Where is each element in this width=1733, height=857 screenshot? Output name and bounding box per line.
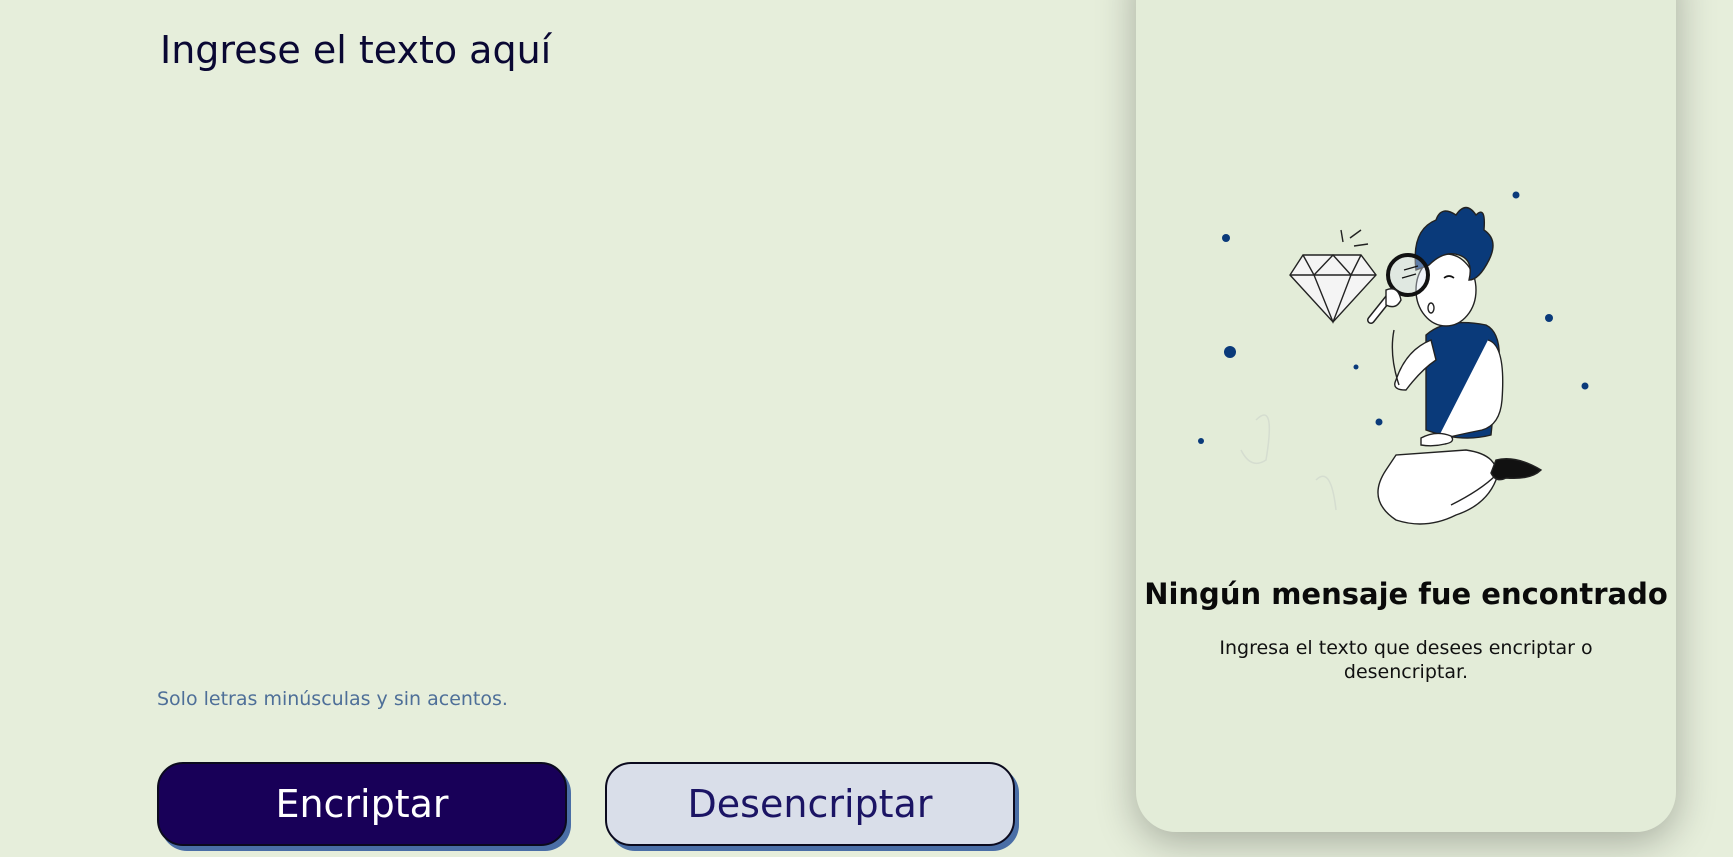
result-description: Ingresa el texto que desees encriptar o … [1219,637,1593,683]
hint: Solo letras minúsculas y sin acentos. [157,688,508,710]
person-magnifying-glass-illustration [1198,191,1589,525]
decrypt-button[interactable]: Desencriptar [605,762,1015,846]
page: Solo letras minúsculas y sin acentos. En… [0,0,1733,857]
result-title: Ningún mensaje fue encontrado [1144,577,1668,611]
result-panel: Ningún mensaje fue encontrado Ingresa el… [1136,0,1676,832]
diamond-icon [1289,253,1377,324]
decorative-dots-icon [1198,191,1589,444]
person-icon [1367,206,1543,525]
text-input[interactable] [158,20,1038,660]
hint-text: Solo letras minúsculas y sin acentos. [157,688,508,710]
encrypt-button[interactable]: Encriptar [157,762,567,846]
